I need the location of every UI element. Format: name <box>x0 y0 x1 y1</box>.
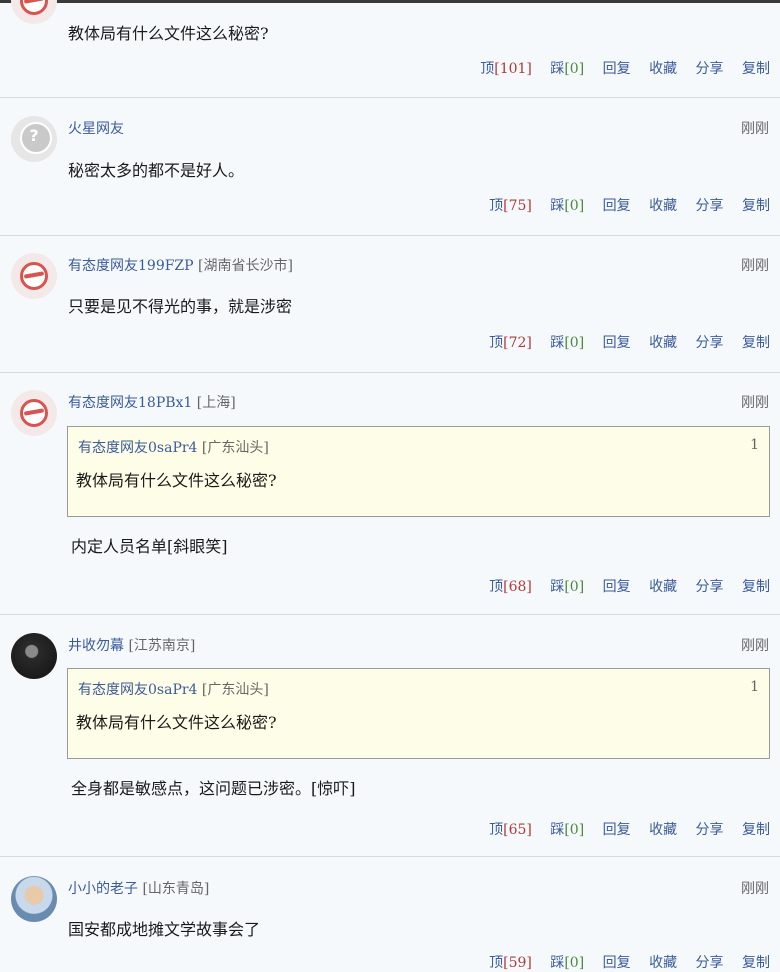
divider <box>0 614 780 615</box>
upvote-button[interactable]: 顶[68] <box>489 576 532 596</box>
quoted-comment: 有态度网友0saPr4 [广东汕头] 1 教体局有什么文件这么秘密? <box>67 426 770 517</box>
username[interactable]: 井收勿幕 <box>68 638 124 654</box>
quoted-content: 教体局有什么文件这么秘密? <box>76 713 277 732</box>
share-button[interactable]: 分享 <box>696 819 724 839</box>
timestamp: 刚刚 <box>741 638 769 654</box>
username[interactable]: 有态度网友18PBx1 <box>68 395 192 411</box>
favorite-button[interactable]: 收藏 <box>649 195 677 215</box>
upvote-button[interactable]: 顶[72] <box>489 332 532 352</box>
comment-content: 教体局有什么文件这么秘密? <box>68 24 269 43</box>
share-button[interactable]: 分享 <box>696 332 724 352</box>
quoted-location: [广东汕头] <box>201 682 269 698</box>
user-avatar[interactable] <box>11 633 57 679</box>
username-line: 小小的老子 [山东青岛] <box>68 878 209 898</box>
username[interactable]: 有态度网友199FZP <box>68 258 194 274</box>
downvote-button[interactable]: 踩[0] <box>550 332 584 352</box>
share-button[interactable]: 分享 <box>696 195 724 215</box>
quoted-username[interactable]: 有态度网友0saPr4 <box>78 682 197 698</box>
comment-actions: 顶[75] 踩[0] 回复 收藏 分享 复制 <box>475 195 770 215</box>
favorite-button[interactable]: 收藏 <box>649 332 677 352</box>
upvote-button[interactable]: 顶[75] <box>489 195 532 215</box>
timestamp: 刚刚 <box>741 258 769 274</box>
reply-button[interactable]: 回复 <box>603 195 631 215</box>
top-border <box>0 0 780 3</box>
downvote-button[interactable]: 踩[0] <box>550 195 584 215</box>
divider <box>0 372 780 373</box>
divider <box>0 97 780 98</box>
copy-button[interactable]: 复制 <box>742 952 770 972</box>
reply-button[interactable]: 回复 <box>603 576 631 596</box>
user-avatar[interactable] <box>11 876 57 922</box>
reply-button[interactable]: 回复 <box>603 819 631 839</box>
downvote-button[interactable]: 踩[0] <box>550 819 584 839</box>
comment-actions: 顶[101] 踩[0] 回复 收藏 分享 复制 <box>466 58 770 78</box>
quoted-location: [广东汕头] <box>201 440 269 456</box>
comment-actions: 顶[68] 踩[0] 回复 收藏 分享 复制 <box>475 576 770 596</box>
comment-content: 内定人员名单[斜眼笑] <box>71 537 228 556</box>
user-avatar[interactable] <box>11 0 57 24</box>
user-avatar[interactable]: ? <box>11 116 57 162</box>
quoted-content: 教体局有什么文件这么秘密? <box>76 471 277 490</box>
quoted-username-line: 有态度网友0saPr4 [广东汕头] <box>78 679 269 699</box>
user-location: [江苏南京] <box>128 638 196 654</box>
reply-button[interactable]: 回复 <box>603 58 631 78</box>
downvote-button[interactable]: 踩[0] <box>550 58 584 78</box>
divider <box>0 235 780 236</box>
username[interactable]: 小小的老子 <box>68 881 138 897</box>
downvote-button[interactable]: 踩[0] <box>550 952 584 972</box>
reply-button[interactable]: 回复 <box>603 332 631 352</box>
reply-button[interactable]: 回复 <box>603 952 631 972</box>
favorite-button[interactable]: 收藏 <box>649 576 677 596</box>
quoted-comment: 有态度网友0saPr4 [广东汕头] 1 教体局有什么文件这么秘密? <box>67 668 770 759</box>
user-location: [山东青岛] <box>142 881 210 897</box>
favorite-button[interactable]: 收藏 <box>649 819 677 839</box>
quoted-username-line: 有态度网友0saPr4 [广东汕头] <box>78 437 269 457</box>
upvote-button[interactable]: 顶[101] <box>480 58 532 78</box>
favorite-button[interactable]: 收藏 <box>649 952 677 972</box>
quoted-username[interactable]: 有态度网友0saPr4 <box>78 440 197 456</box>
floor-number: 1 <box>750 679 759 695</box>
copy-button[interactable]: 复制 <box>742 819 770 839</box>
upvote-button[interactable]: 顶[65] <box>489 819 532 839</box>
copy-button[interactable]: 复制 <box>742 58 770 78</box>
divider <box>0 856 780 857</box>
username-line: 井收勿幕 [江苏南京] <box>68 635 195 655</box>
share-button[interactable]: 分享 <box>696 58 724 78</box>
favorite-button[interactable]: 收藏 <box>649 58 677 78</box>
user-location: [上海] <box>196 395 236 411</box>
comment-actions: 顶[72] 踩[0] 回复 收藏 分享 复制 <box>475 332 770 352</box>
user-location: [湖南省长沙市] <box>198 258 293 274</box>
user-avatar[interactable] <box>11 253 57 299</box>
comment-content: 全身都是敏感点，这问题已涉密。[惊吓] <box>71 779 356 798</box>
share-button[interactable]: 分享 <box>696 952 724 972</box>
user-avatar[interactable] <box>11 390 57 436</box>
copy-button[interactable]: 复制 <box>742 576 770 596</box>
comment-actions: 顶[65] 踩[0] 回复 收藏 分享 复制 <box>475 819 770 839</box>
timestamp: 刚刚 <box>741 121 769 137</box>
comment-actions: 顶[59] 踩[0] 回复 收藏 分享 复制 <box>475 952 770 972</box>
comment-content: 秘密太多的都不是好人。 <box>68 161 245 180</box>
share-button[interactable]: 分享 <box>696 576 724 596</box>
timestamp: 刚刚 <box>741 881 769 897</box>
username[interactable]: 火星网友 <box>68 118 124 138</box>
copy-button[interactable]: 复制 <box>742 332 770 352</box>
username-line: 有态度网友199FZP [湖南省长沙市] <box>68 255 293 275</box>
upvote-button[interactable]: 顶[59] <box>489 952 532 972</box>
downvote-button[interactable]: 踩[0] <box>550 576 584 596</box>
floor-number: 1 <box>750 437 759 453</box>
timestamp: 刚刚 <box>741 395 769 411</box>
comment-content: 国安都成地摊文学故事会了 <box>68 920 261 939</box>
copy-button[interactable]: 复制 <box>742 195 770 215</box>
comment-content: 只要是见不得光的事，就是涉密 <box>68 297 293 316</box>
username-line: 有态度网友18PBx1 [上海] <box>68 392 236 412</box>
